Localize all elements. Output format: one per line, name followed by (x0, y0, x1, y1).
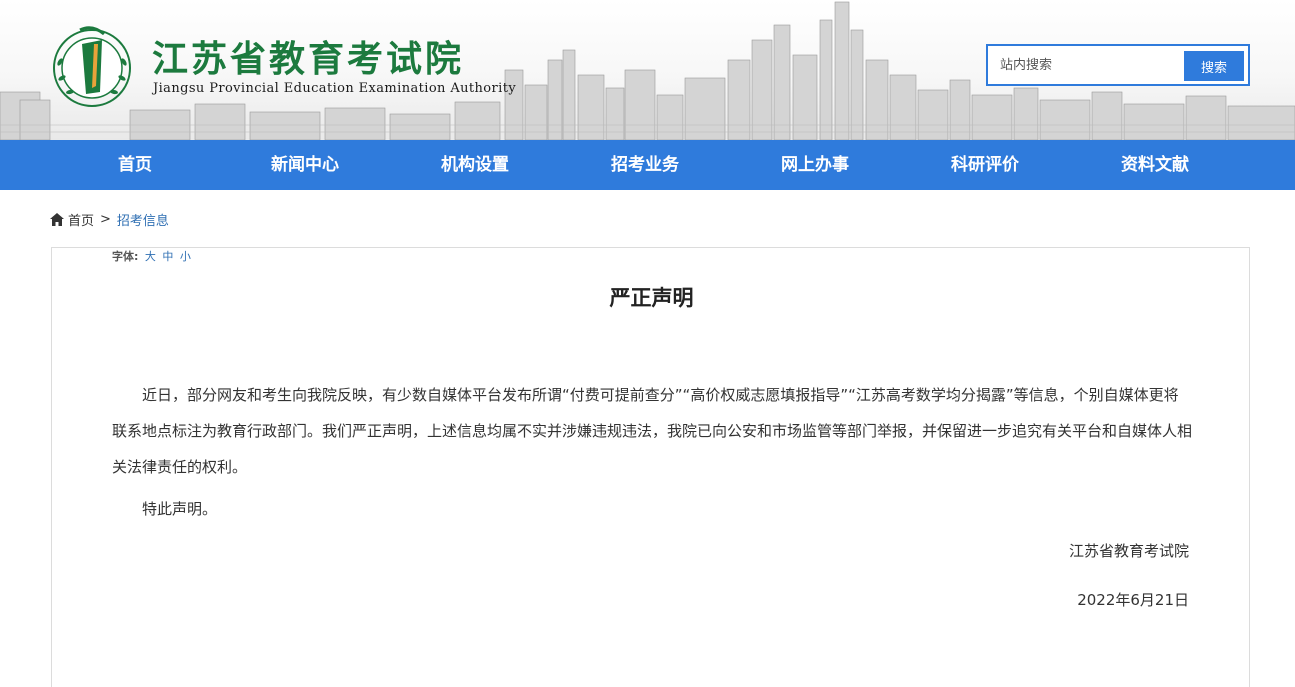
font-size-medium-option[interactable]: 中 (162, 250, 173, 263)
nav-item-online-services[interactable]: 网上办事 (730, 140, 900, 190)
font-size-selector: 字体: 大 中 小 (112, 248, 191, 264)
nav-item-documents[interactable]: 资料文献 (1070, 140, 1240, 190)
breadcrumb-home-link[interactable]: 首页 (68, 210, 94, 229)
article-paragraph: 特此声明。 (142, 500, 218, 518)
search-input[interactable] (992, 50, 1182, 80)
site-logo-english: Jiangsu Provincial Education Examination… (153, 81, 517, 96)
article-title: 严正声明 (609, 286, 694, 310)
home-icon (50, 212, 64, 226)
article-date: 2022年6月21日 (1077, 591, 1189, 609)
site-header: 江苏省教育考试院 Jiangsu Provincial Education Ex… (0, 0, 1295, 140)
site-search: 搜索 (986, 44, 1250, 86)
nav-item-news[interactable]: 新闻中心 (220, 140, 390, 190)
article-signature: 江苏省教育考试院 (1068, 542, 1189, 560)
nav-item-research[interactable]: 科研评价 (900, 140, 1070, 190)
nav-item-home[interactable]: 首页 (50, 140, 220, 190)
nav-item-admission[interactable]: 招考业务 (560, 140, 730, 190)
nav-item-organization[interactable]: 机构设置 (390, 140, 560, 190)
font-size-large-option[interactable]: 大 (145, 250, 156, 263)
site-logo-chinese: 江苏省教育考试院 (152, 39, 465, 80)
breadcrumb-current-link[interactable]: 招考信息 (117, 210, 169, 229)
article-body: 近日，部分网友和考生向我院反映，有少数自媒体平台发布所谓“付费可提前查分”“高价… (112, 377, 1192, 527)
search-button[interactable]: 搜索 (1184, 51, 1244, 81)
article-paragraph: 近日，部分网友和考生向我院反映，有少数自媒体平台发布所谓“付费可提前查分”“高价… (112, 386, 1193, 476)
font-size-label: 字体: (112, 250, 139, 263)
article-container: 字体: 大 中 小 严正声明 近日，部分网友和考生向我院反映，有少数自媒体平台发… (51, 247, 1250, 687)
breadcrumb: 首页 > 招考信息 (50, 210, 169, 229)
jpeea-emblem-logo (53, 26, 131, 107)
main-nav: 首页 新闻中心 机构设置 招考业务 网上办事 科研评价 资料文献 (0, 140, 1295, 190)
breadcrumb-separator: > (100, 211, 111, 227)
font-size-small-option[interactable]: 小 (180, 250, 191, 263)
